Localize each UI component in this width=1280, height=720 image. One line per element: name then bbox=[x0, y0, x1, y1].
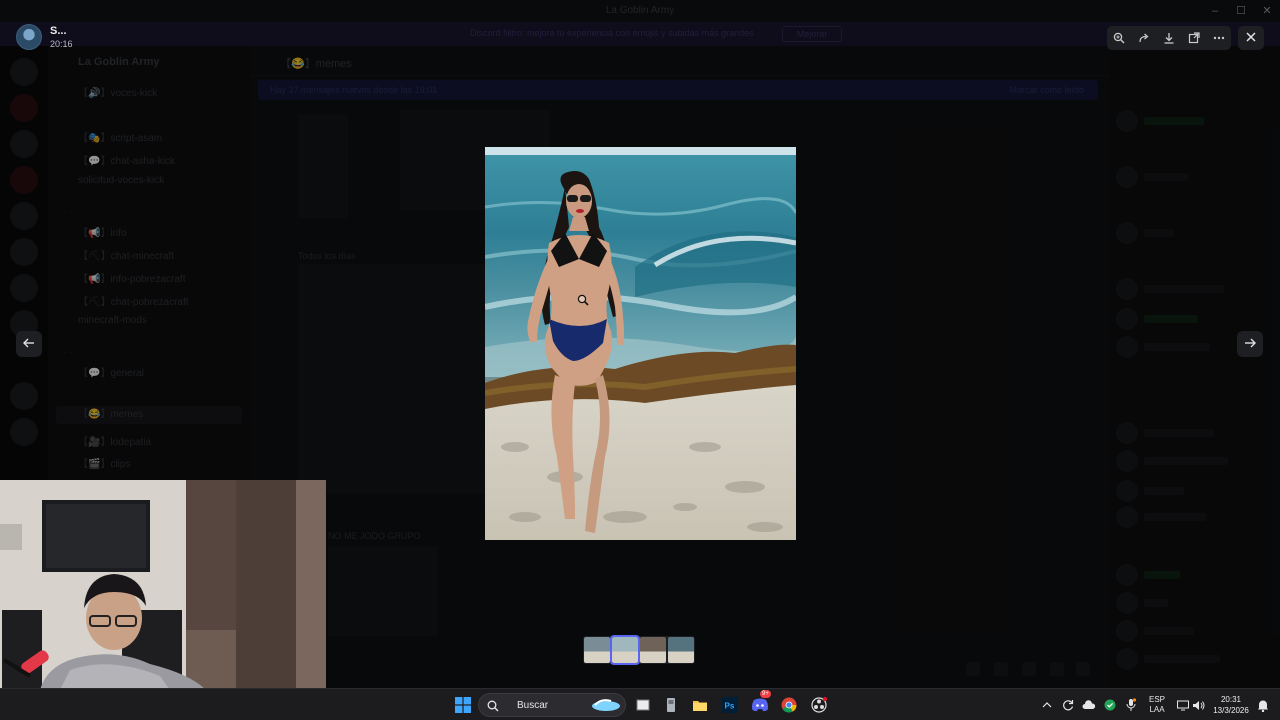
keyboard-layout: LAA bbox=[1149, 705, 1165, 714]
thumbnail[interactable] bbox=[640, 637, 666, 663]
uploader-info: S... 20:16 bbox=[16, 24, 73, 50]
taskbar-search[interactable]: Buscar bbox=[478, 693, 626, 717]
photoshop-icon[interactable]: Ps bbox=[719, 694, 741, 716]
discord-icon[interactable]: 9+ bbox=[749, 690, 771, 716]
search-highlight-icon bbox=[591, 698, 621, 717]
clock-date: 13/3/2026 bbox=[1213, 706, 1249, 715]
thumbnail[interactable] bbox=[584, 637, 610, 663]
previous-image-button[interactable] bbox=[16, 331, 42, 357]
microphone-icon[interactable] bbox=[1120, 694, 1142, 716]
file-explorer-icon[interactable] bbox=[689, 694, 711, 716]
screen: La Goblin Army – ☐ ✕ Discord Nitro: mejo… bbox=[0, 0, 1280, 720]
zoom-icon[interactable] bbox=[1109, 28, 1129, 48]
webcam-feed bbox=[0, 480, 326, 690]
arrow-right-icon bbox=[1244, 335, 1256, 353]
search-placeholder: Buscar bbox=[517, 700, 549, 711]
more-icon[interactable] bbox=[1209, 28, 1229, 48]
input-language[interactable]: ESP LAA bbox=[1143, 695, 1171, 715]
close-viewer-button[interactable] bbox=[1238, 26, 1264, 50]
sync-icon[interactable] bbox=[1057, 694, 1079, 716]
svg-text:Ps: Ps bbox=[725, 702, 735, 711]
viewer-toolbar bbox=[1107, 26, 1231, 50]
security-icon[interactable] bbox=[1099, 694, 1121, 716]
thumbnail[interactable] bbox=[668, 637, 694, 663]
taskbar: Buscar Ps 9+ ESP LAA 20:31 13/3/2026 bbox=[0, 688, 1280, 720]
notification-bell-icon[interactable] bbox=[1252, 694, 1274, 716]
discord-badge: 9+ bbox=[760, 690, 771, 698]
viewer-image[interactable] bbox=[485, 147, 796, 540]
obs-icon[interactable] bbox=[808, 694, 830, 716]
cloud-icon[interactable] bbox=[1078, 694, 1100, 716]
zoom-cursor-icon bbox=[577, 293, 589, 311]
upload-time: 20:16 bbox=[50, 39, 73, 49]
forward-icon[interactable] bbox=[1134, 28, 1154, 48]
windows-start-icon[interactable] bbox=[452, 694, 474, 716]
thumbnail-strip bbox=[583, 635, 695, 665]
search-icon bbox=[487, 699, 499, 717]
next-image-button[interactable] bbox=[1237, 331, 1263, 357]
language-code: ESP bbox=[1148, 695, 1165, 704]
arrow-left-icon bbox=[23, 335, 35, 353]
thumbnail[interactable] bbox=[610, 635, 640, 665]
download-icon[interactable] bbox=[1159, 28, 1179, 48]
avatar[interactable] bbox=[16, 24, 42, 50]
open-external-icon[interactable] bbox=[1184, 28, 1204, 48]
clock-time: 20:31 bbox=[1220, 695, 1242, 704]
system-clock[interactable]: 20:31 13/3/2026 bbox=[1206, 694, 1256, 716]
chrome-icon[interactable] bbox=[778, 694, 800, 716]
app-icon[interactable] bbox=[660, 694, 682, 716]
task-view-icon[interactable] bbox=[632, 694, 654, 716]
close-icon bbox=[1246, 29, 1256, 47]
uploader-name[interactable]: S... bbox=[50, 25, 73, 37]
chevron-up-icon[interactable] bbox=[1036, 694, 1058, 716]
